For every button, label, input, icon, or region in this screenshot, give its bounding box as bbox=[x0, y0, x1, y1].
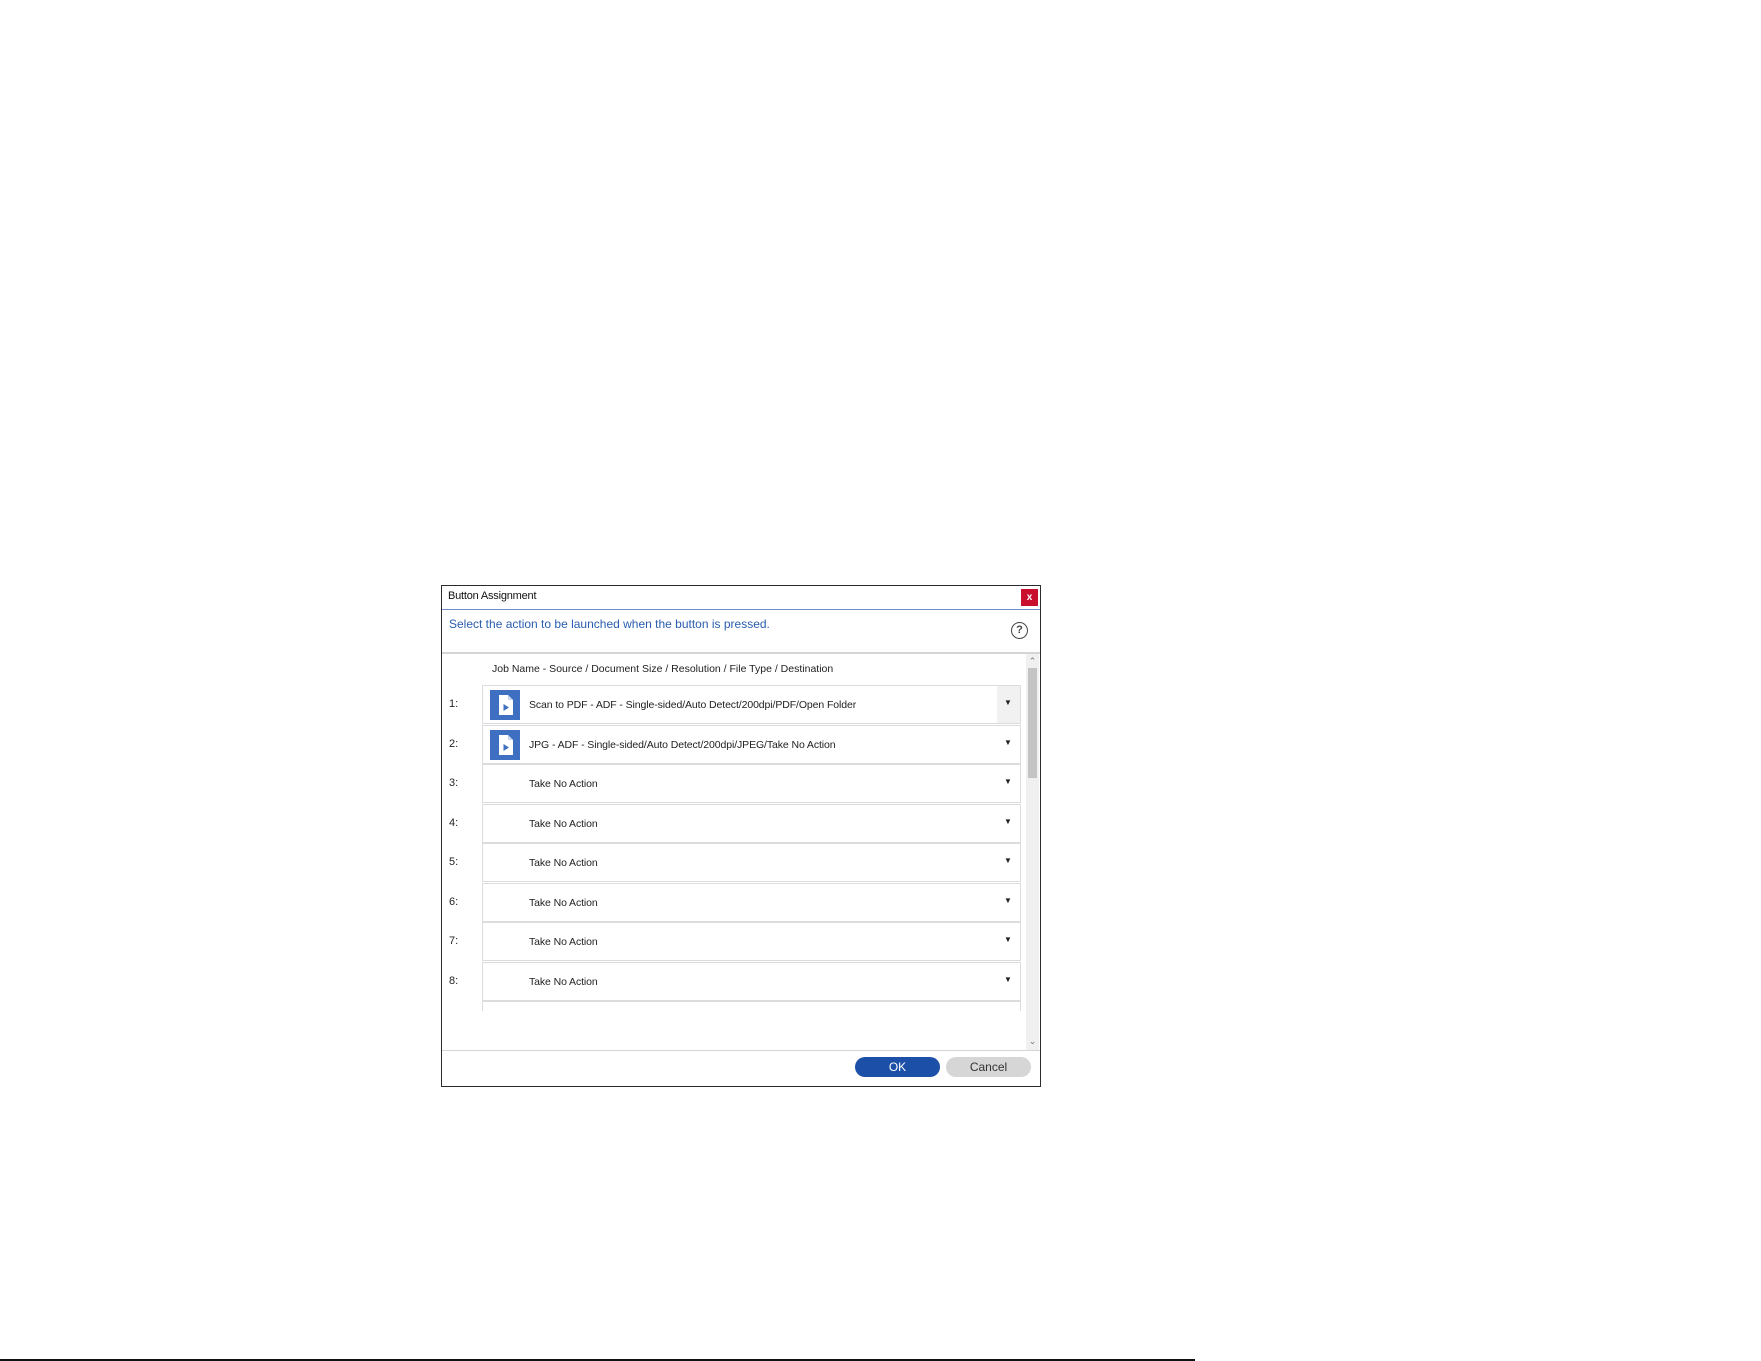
title-bar: Button Assignment x bbox=[442, 586, 1040, 608]
job-select-value: Take No Action bbox=[529, 897, 598, 909]
chevron-down-icon: ▼ bbox=[1004, 777, 1012, 786]
job-select-7[interactable]: Take No Action ▼ bbox=[482, 922, 1021, 961]
dialog-title: Button Assignment bbox=[448, 590, 537, 602]
chevron-down-icon: ▼ bbox=[1004, 698, 1012, 707]
row-number: 2: bbox=[449, 738, 459, 750]
chevron-down-icon: ▼ bbox=[1004, 975, 1012, 984]
scroll-down-icon[interactable]: ⌄ bbox=[1026, 1036, 1039, 1047]
scan-job-icon bbox=[490, 730, 520, 760]
row-number: 8: bbox=[449, 975, 459, 987]
chevron-down-icon: ▼ bbox=[1004, 738, 1012, 747]
row-number: 5: bbox=[449, 856, 459, 868]
row-number: 3: bbox=[449, 777, 459, 789]
job-select-value: Take No Action bbox=[529, 857, 598, 869]
row-number: 1: bbox=[449, 698, 459, 710]
job-select-value: Take No Action bbox=[529, 818, 598, 830]
assignment-list: Job Name - Source / Document Size / Reso… bbox=[442, 654, 1040, 1050]
row-number: 7: bbox=[449, 935, 459, 947]
help-icon[interactable]: ? bbox=[1011, 622, 1028, 639]
ok-button[interactable]: OK bbox=[855, 1057, 940, 1077]
job-select-value: Take No Action bbox=[529, 936, 598, 948]
cancel-button[interactable]: Cancel bbox=[946, 1057, 1031, 1077]
page: Button Assignment x Select the action to… bbox=[0, 0, 1761, 1361]
job-select-8[interactable]: Take No Action ▼ bbox=[482, 962, 1021, 1001]
column-header: Job Name - Source / Document Size / Reso… bbox=[492, 663, 834, 675]
button-assignment-dialog: Button Assignment x Select the action to… bbox=[441, 585, 1041, 1087]
header-area: Select the action to be launched when th… bbox=[442, 610, 1040, 652]
instruction-text: Select the action to be launched when th… bbox=[449, 617, 770, 631]
job-select-value: Take No Action bbox=[529, 778, 598, 790]
vertical-scrollbar[interactable]: ⌃ ⌄ bbox=[1026, 654, 1039, 1050]
job-select-3[interactable]: Take No Action ▼ bbox=[482, 764, 1021, 803]
job-select-4[interactable]: Take No Action ▼ bbox=[482, 804, 1021, 843]
scroll-thumb[interactable] bbox=[1028, 668, 1037, 778]
job-select-partial[interactable] bbox=[482, 1001, 1021, 1011]
job-select-value: Take No Action bbox=[529, 976, 598, 988]
job-select-value: JPG - ADF - Single-sided/Auto Detect/200… bbox=[529, 739, 836, 751]
job-select-5[interactable]: Take No Action ▼ bbox=[482, 843, 1021, 882]
close-button[interactable]: x bbox=[1021, 589, 1038, 606]
job-select-1[interactable]: Scan to PDF - ADF - Single-sided/Auto De… bbox=[482, 685, 1021, 724]
row-number: 6: bbox=[449, 896, 459, 908]
chevron-down-icon: ▼ bbox=[1004, 856, 1012, 865]
job-select-2[interactable]: JPG - ADF - Single-sided/Auto Detect/200… bbox=[482, 725, 1021, 764]
chevron-down-icon: ▼ bbox=[1004, 935, 1012, 944]
job-select-6[interactable]: Take No Action ▼ bbox=[482, 883, 1021, 922]
footer-divider bbox=[442, 1050, 1040, 1051]
scroll-up-icon[interactable]: ⌃ bbox=[1026, 656, 1039, 667]
scan-job-icon bbox=[490, 690, 520, 720]
job-select-value: Scan to PDF - ADF - Single-sided/Auto De… bbox=[529, 699, 857, 711]
chevron-down-icon: ▼ bbox=[1004, 817, 1012, 826]
chevron-down-icon: ▼ bbox=[1004, 896, 1012, 905]
row-number: 4: bbox=[449, 817, 459, 829]
